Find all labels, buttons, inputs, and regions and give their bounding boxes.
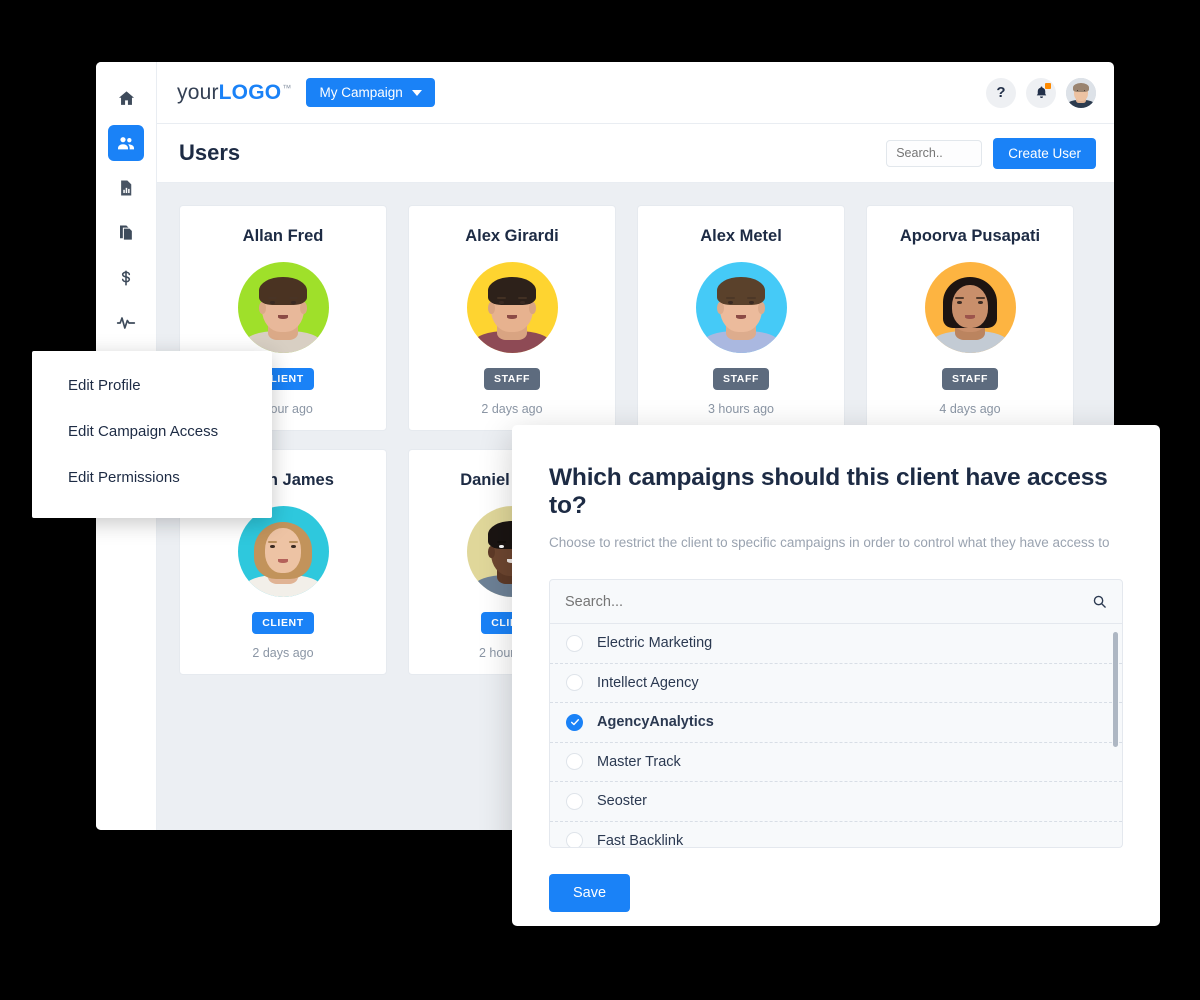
user-card[interactable]: Alex Girardi STAFF 2 days ago [408,205,616,431]
modal-subtitle: Choose to restrict the client to specifi… [549,535,1110,550]
sidebar-item-billing[interactable] [108,260,144,296]
campaign-selector-label: My Campaign [319,85,403,100]
user-actions-dropdown: Edit Profile Edit Campaign Access Edit P… [32,351,272,518]
campaign-row[interactable]: Electric Marketing [550,624,1122,664]
dollar-icon [117,269,135,287]
user-avatar-large [924,262,1016,353]
sidebar-item-users[interactable] [108,125,144,161]
home-icon [117,89,136,108]
campaign-row[interactable]: AgencyAnalytics [550,703,1122,743]
screenshot-stage: yourLOGO™ My Campaign ? Users Search.. C… [0,0,1200,1000]
campaign-checkbox[interactable] [566,713,583,731]
check-icon [570,719,579,726]
campaign-row[interactable]: Master Track [550,743,1122,782]
campaign-label: Electric Marketing [597,635,713,652]
sidebar-item-activity[interactable] [108,305,144,341]
avatar-face [1066,77,1096,108]
logo-prefix: your [177,80,219,104]
user-last-active: 3 hours ago [707,402,775,416]
user-last-active: 2 days ago [481,402,543,416]
users-icon [116,133,136,153]
search-input[interactable] [886,139,983,167]
user-name: Alex Girardi [465,227,559,245]
page-header-actions: Create User [886,137,1096,169]
user-last-active: 4 days ago [939,402,1001,416]
report-file-icon [117,179,135,197]
page-title: Users [179,140,241,165]
brand-logo: yourLOGO™ [177,81,292,105]
notification-dot [1045,82,1051,89]
user-avatar-large [237,506,329,597]
menu-item-edit-profile[interactable]: Edit Profile [68,377,272,394]
user-avatar[interactable] [1066,77,1096,108]
user-avatar-large [695,262,787,353]
campaign-search-input[interactable] [565,593,1092,610]
campaign-checkbox[interactable] [566,832,583,847]
magnifier-icon[interactable] [1092,594,1107,609]
bell-icon[interactable] [1026,77,1056,108]
user-last-active: 2 days ago [252,646,314,660]
campaign-row[interactable]: Seoster [550,782,1122,822]
user-card[interactable]: Alex Metel STAFF 3 hours ago [637,205,845,431]
topbar-actions: ? [986,77,1096,108]
campaign-label: Intellect Agency [597,674,699,691]
campaign-label: Master Track [597,753,681,770]
chevron-down-icon [411,89,422,96]
logo-bold: LOGO [218,80,282,104]
copy-files-icon [117,224,135,242]
user-name: Allan Fred [242,227,324,245]
campaign-label: Seoster [597,793,647,810]
modal-title: Which campaigns should this client have … [549,464,1108,519]
user-role-badge: CLIENT [252,612,314,634]
campaign-row[interactable]: Intellect Agency [550,664,1122,703]
sidebar-item-documents[interactable] [108,215,144,251]
user-name: Alex Metel [700,227,782,245]
campaign-label: Fast Backlink [597,832,684,848]
campaign-access-modal: Which campaigns should this client have … [512,425,1160,926]
campaign-row[interactable]: Fast Backlink [550,822,1122,848]
campaign-label: AgencyAnalytics [597,714,714,731]
user-role-badge: STAFF [941,368,999,390]
sidebar-item-home[interactable] [108,80,144,116]
campaign-search-wrapper [549,579,1123,624]
campaign-checkbox[interactable] [566,674,583,692]
user-card[interactable]: Apoorva Pusapati STAFF 4 days ago [866,205,1074,431]
create-user-button[interactable]: Create User [993,137,1096,169]
user-avatar-large [237,262,329,353]
user-role-badge: STAFF [483,368,541,390]
help-icon[interactable]: ? [986,77,1016,108]
user-avatar-large [466,262,558,353]
logo-trademark: ™ [282,82,292,93]
campaign-list-scrollbar[interactable] [1113,632,1118,747]
user-name: Apoorva Pusapati [899,227,1041,245]
campaign-selector-button[interactable]: My Campaign [305,78,435,107]
sidebar-item-reports[interactable] [108,170,144,206]
campaign-list[interactable]: Electric Marketing Intellect Agency Agen… [549,624,1123,848]
campaign-checkbox[interactable] [566,634,583,652]
page-header: Users Create User [157,124,1114,183]
pulse-icon [116,313,136,333]
user-role-badge: STAFF [712,368,770,390]
save-button[interactable]: Save [549,874,631,912]
topbar: yourLOGO™ My Campaign ? [157,62,1114,124]
campaign-checkbox[interactable] [566,792,583,810]
campaign-checkbox[interactable] [566,753,583,771]
menu-item-edit-permissions[interactable]: Edit Permissions [68,469,272,486]
menu-item-edit-campaign-access[interactable]: Edit Campaign Access [68,423,272,440]
help-icon-glyph: ? [996,84,1006,101]
